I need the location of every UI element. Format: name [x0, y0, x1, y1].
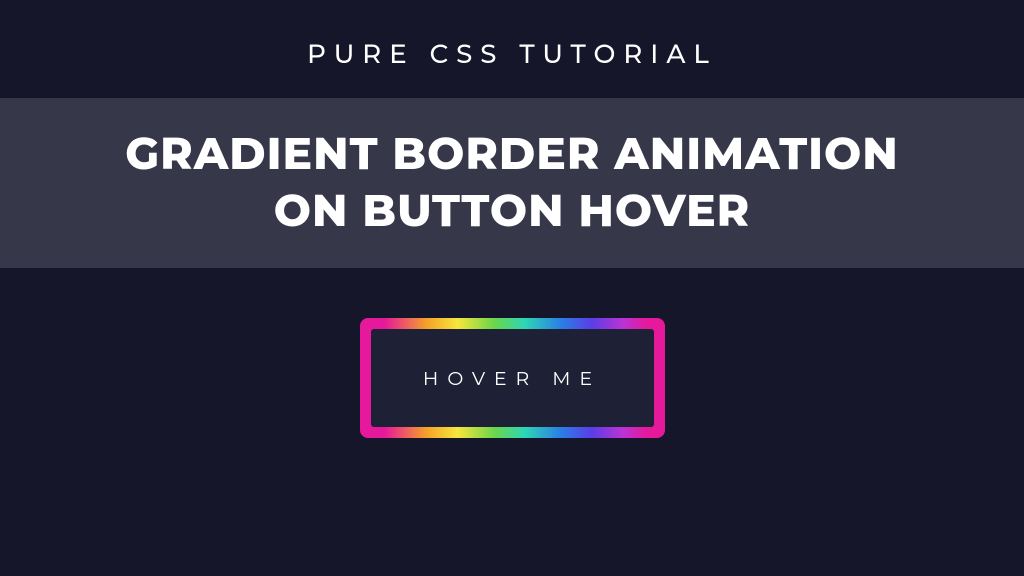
- title-line-1: GRADIENT BORDER ANIMATION: [125, 127, 898, 181]
- hover-me-button[interactable]: HOVER ME: [360, 318, 665, 438]
- tutorial-subtitle: PURE CSS TUTORIAL: [0, 0, 1024, 98]
- button-inner: HOVER ME: [371, 329, 654, 427]
- button-container: HOVER ME: [0, 268, 1024, 438]
- button-label: HOVER ME: [423, 367, 601, 390]
- title-line-2: ON BUTTON HOVER: [274, 184, 750, 238]
- title-band: GRADIENT BORDER ANIMATION ON BUTTON HOVE…: [0, 98, 1024, 268]
- main-title: GRADIENT BORDER ANIMATION ON BUTTON HOVE…: [0, 126, 1024, 240]
